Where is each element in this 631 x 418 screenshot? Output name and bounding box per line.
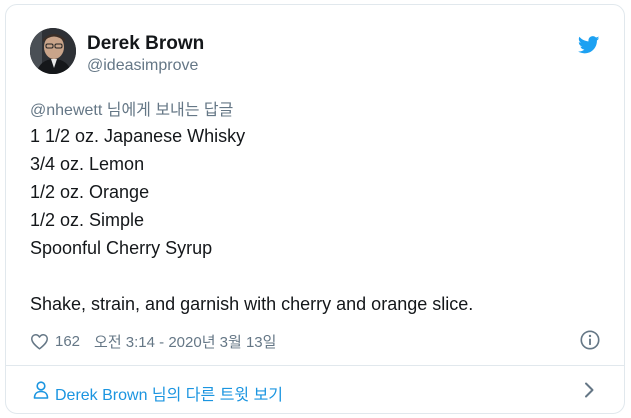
info-icon[interactable] — [579, 329, 601, 351]
avatar[interactable] — [30, 28, 76, 74]
author-handle[interactable]: @ideasimprove — [87, 57, 198, 75]
tweet-text: 1 1/2 oz. Japanese Whisky 3/4 oz. Lemon … — [30, 122, 610, 318]
line-break — [30, 262, 610, 290]
person-icon — [33, 381, 49, 399]
tweet-line: Spoonful Cherry Syrup — [30, 238, 213, 258]
twitter-bird-icon[interactable] — [578, 36, 600, 54]
tweet-line: Shake, strain, and garnish with cherry a… — [30, 294, 474, 314]
like-count[interactable]: 162 — [55, 333, 80, 350]
tweet-line: 1 1/2 oz. Japanese Whisky — [30, 126, 246, 146]
chevron-right-icon[interactable] — [583, 381, 595, 399]
tweet-line: 1/2 oz. Orange — [30, 182, 150, 202]
author-name[interactable]: Derek Brown — [87, 33, 204, 55]
embedded-tweet-card: Derek Brown @ideasimprove @nhewett 님에게 보… — [5, 4, 625, 414]
reply-context[interactable]: @nhewett 님에게 보내는 답글 — [30, 96, 233, 120]
avatar-image — [30, 28, 76, 74]
more-tweets-link[interactable]: Derek Brown 님의 다른 트윗 보기 — [55, 381, 283, 405]
heart-icon[interactable] — [30, 333, 49, 350]
tweet-line: 3/4 oz. Lemon — [30, 154, 145, 174]
tweet-line: 1/2 oz. Simple — [30, 210, 145, 230]
timestamp[interactable]: 오전 3:14 - 2020년 3월 13일 — [94, 331, 276, 352]
more-tweets-row[interactable]: Derek Brown 님의 다른 트윗 보기 — [6, 366, 624, 413]
tweet-meta: 162 오전 3:14 - 2020년 3월 13일 — [30, 330, 276, 352]
